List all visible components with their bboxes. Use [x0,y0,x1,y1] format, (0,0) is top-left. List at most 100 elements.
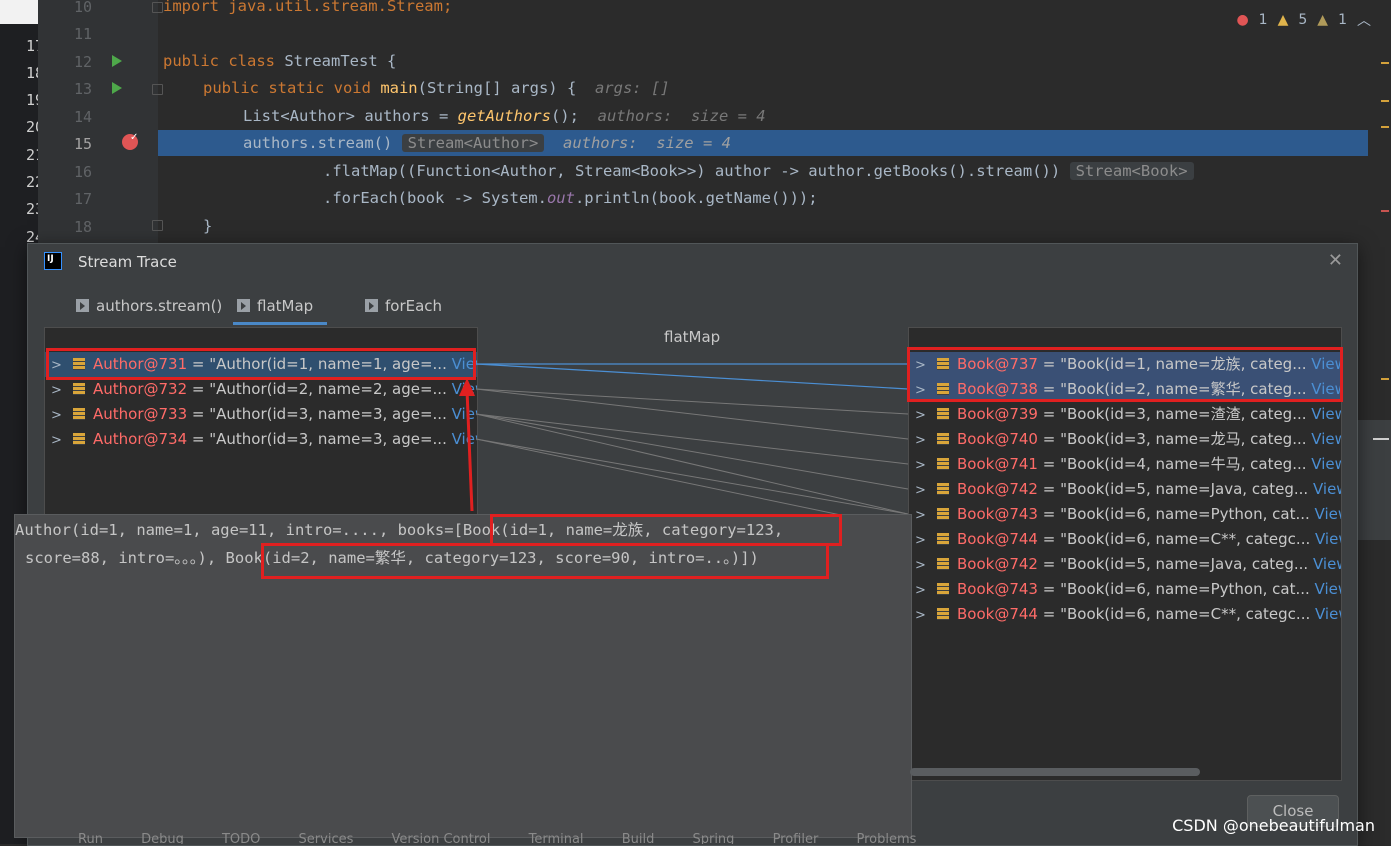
object-icon [937,608,949,620]
view-link[interactable]: View [1307,430,1341,448]
view-link[interactable]: View [1310,605,1341,623]
expand-icon[interactable]: > [915,603,931,627]
object-value: = "Book(id=6, name=C**, categc... [1037,530,1311,548]
view-link[interactable]: View [1308,480,1341,498]
view-link[interactable]: View [1308,555,1341,573]
tab-flatmap[interactable]: flatMap [233,292,328,325]
object-value: = "Book(id=6, name=C**, categc... [1037,605,1311,623]
mapping-line [476,413,908,490]
warning-icon: ▲ [1277,12,1289,28]
debug-value-hint: args: [] [594,79,670,97]
background-window-top [0,0,38,24]
view-link[interactable]: View [1307,455,1341,473]
list-item[interactable]: > Book@744 = "Book(id=6, name=C**, categc… [909,602,1341,627]
object-value: = "Author(id=3, name=3, age=... [187,430,447,448]
inspection-widget[interactable]: ● 1 ▲ 5 ▲ 1 ︿ [1236,10,1371,30]
tool-tab-profiler[interactable]: Profiler [773,832,819,844]
code-method: getAuthors [457,107,551,125]
code-line-13: public static void main(String[] args) {… [203,75,670,101]
code-static-field: out [546,189,575,207]
weak-warning-count: 1 [1338,12,1347,28]
object-value: = "Book(id=5, name=Java, categ... [1037,480,1309,498]
expand-icon[interactable]: > [915,553,931,577]
minimize-icon [1373,438,1389,440]
mapping-lines [476,363,908,530]
object-value: = "Book(id=3, name=渣渣, categ... [1037,405,1307,423]
mapping-line [476,413,908,515]
list-item[interactable]: > Book@739 = "Book(id=3, name=渣渣, categ..… [909,402,1341,427]
expand-icon[interactable]: > [915,578,931,602]
list-item[interactable]: > Book@740 = "Book(id=3, name=龙马, categ..… [909,427,1341,452]
line-number-current: 15 [73,135,92,153]
tool-tab-todo[interactable]: TODO [222,832,260,844]
expand-icon[interactable]: > [51,378,67,402]
object-icon [73,408,85,420]
object-name: Author@732 [93,380,188,398]
list-item[interactable]: > Book@743 = "Book(id=6, name=Python, cat… [909,502,1341,527]
code-line-10: import java.util.stream.Stream; [163,0,452,19]
object-name: Book@742 [957,555,1038,573]
annotation-box [907,347,1343,402]
expand-icon[interactable]: > [51,428,67,452]
error-count: 1 [1258,12,1268,28]
annotation-arrow [459,378,475,512]
expand-icon[interactable]: > [915,528,931,552]
tool-tab-problems[interactable]: Problems [856,832,916,844]
expand-icon[interactable]: > [915,478,931,502]
expand-icon[interactable]: > [915,403,931,427]
run-class-icon[interactable] [112,55,122,67]
bottom-tool-window-bar: Run Debug TODO Services Version Control … [38,832,1138,844]
list-item[interactable]: > Book@741 = "Book(id=4, name=牛马, categ..… [909,452,1341,477]
list-item[interactable]: > Book@744 = "Book(id=6, name=C**, categc… [909,527,1341,552]
expand-icon[interactable]: > [915,503,931,527]
tab-authors-stream[interactable]: authors.stream() [72,292,222,322]
object-value: = "Book(id=5, name=Java, categ... [1037,555,1309,573]
code-text: import java.util.stream.Stream; [163,0,453,15]
list-item[interactable]: > Author@733 = "Author(id=3, name=3, age=… [45,402,477,427]
code-line-12: public class StreamTest { [163,48,396,74]
fold-icon[interactable] [152,84,163,95]
view-link[interactable]: View [1307,405,1341,423]
object-name: Book@744 [957,530,1038,548]
fold-icon[interactable] [152,220,163,231]
tool-tab-run[interactable]: Run [78,832,103,844]
code-editor[interactable]: 10 11 12 13 14 15 16 17 18 ✓ import java… [38,0,1391,380]
tool-tab-spring[interactable]: Spring [692,832,734,844]
object-icon [937,458,949,470]
expand-icon[interactable]: > [915,453,931,477]
stream-op-icon [365,299,378,312]
expand-icon[interactable]: > [51,403,67,427]
close-icon[interactable]: ✕ [1328,250,1343,271]
object-value: = "Book(id=6, name=Python, cat... [1037,505,1310,523]
view-link[interactable]: View [1310,505,1341,523]
object-name: Book@739 [957,405,1038,423]
list-item[interactable]: > Book@742 = "Book(id=5, name=Java, categ… [909,477,1341,502]
code-line-16: .flatMap((Function<Author, Stream<Book>>… [323,158,1194,184]
tab-label: forEach [385,297,443,315]
tool-tab-debug[interactable]: Debug [141,832,184,844]
list-item[interactable]: > Book@743 = "Book(id=6, name=Python, cat… [909,577,1341,602]
view-link[interactable]: View [1310,530,1341,548]
list-item[interactable]: > Author@734 = "Author(id=3, name=3, age=… [45,427,477,452]
tool-tab-build[interactable]: Build [622,832,655,844]
object-name: Book@744 [957,605,1038,623]
list-item[interactable]: > Author@732 = "Author(id=2, name=2, age=… [45,377,477,402]
code-line-17: .forEach(book -> System.out.println(book… [323,185,818,211]
tool-tab-services[interactable]: Services [299,832,354,844]
run-main-icon[interactable] [112,82,122,94]
mapping-line [476,388,908,415]
list-item[interactable]: > Book@742 = "Book(id=5, name=Java, categ… [909,552,1341,577]
tab-foreach[interactable]: forEach [361,292,442,322]
editor-scrollbar-markers [1379,0,1391,420]
dialog-title: Stream Trace [78,253,177,271]
horizontal-scrollbar[interactable] [910,768,1200,776]
chevron-up-icon[interactable]: ︿ [1357,10,1371,30]
tool-tab-vcs[interactable]: Version Control [392,832,491,844]
object-icon [937,483,949,495]
expand-icon[interactable]: > [915,428,931,452]
dialog-title-bar: Stream Trace ✕ [28,244,1357,280]
tool-tab-terminal[interactable]: Terminal [529,832,584,844]
fold-icon[interactable] [152,2,163,13]
view-link[interactable]: View [1310,580,1341,598]
annotation-box [46,348,476,380]
